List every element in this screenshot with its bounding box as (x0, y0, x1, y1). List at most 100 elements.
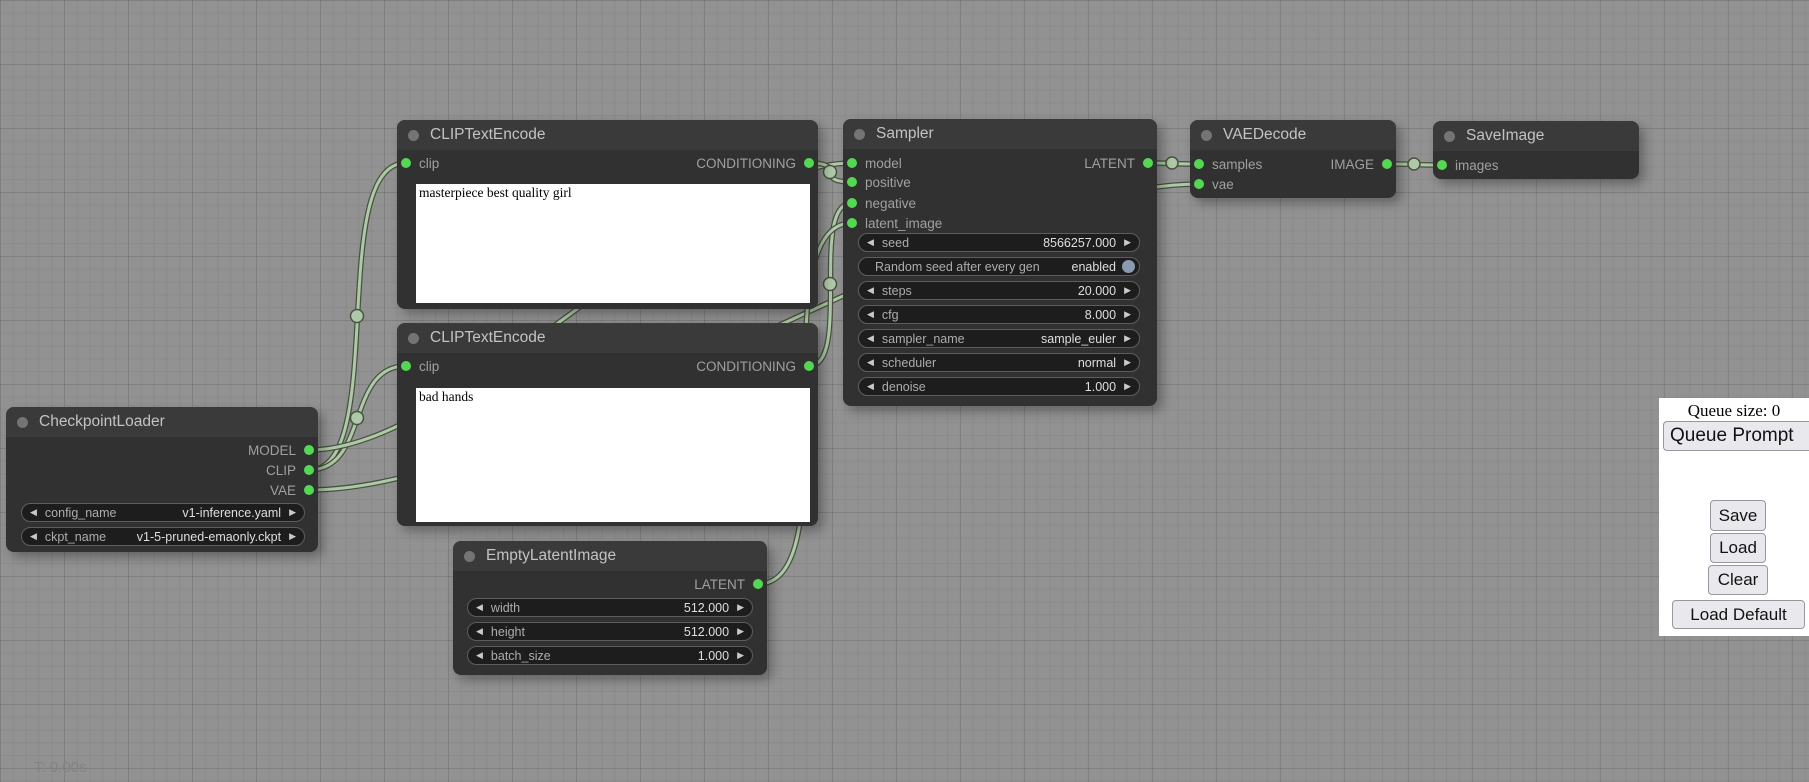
collapse-dot-icon[interactable] (1444, 131, 1455, 142)
node-empty-latent-image[interactable]: EmptyLatentImage LATENT ◀ width 512.000 … (453, 541, 767, 675)
decrement-arrow-icon[interactable]: ◀ (22, 507, 45, 518)
widget-ckpt-name[interactable]: ◀ ckpt_name v1-5-pruned-emaonly.ckpt ▶ (21, 527, 305, 546)
load-button[interactable]: Load (1710, 533, 1766, 563)
collapse-dot-icon[interactable] (464, 551, 475, 562)
collapse-dot-icon[interactable] (1201, 130, 1212, 141)
input-port-dot[interactable] (1437, 160, 1447, 170)
save-button[interactable]: Save (1710, 500, 1766, 531)
increment-arrow-icon[interactable]: ▶ (281, 507, 304, 518)
input-negative[interactable]: negative (847, 193, 916, 213)
node-sampler[interactable]: Sampler model positive negative latent_i… (843, 119, 1157, 406)
input-port-dot[interactable] (1194, 179, 1204, 189)
input-vae[interactable]: vae (1194, 174, 1234, 194)
node-clip-text-encode-positive[interactable]: CLIPTextEncode clip CONDITIONING masterp… (397, 120, 818, 309)
node-title-bar[interactable]: SaveImage (1433, 121, 1639, 151)
clear-button[interactable]: Clear (1708, 565, 1768, 595)
input-port-dot[interactable] (847, 198, 857, 208)
node-title-bar[interactable]: CLIPTextEncode (397, 323, 818, 353)
decrement-arrow-icon[interactable]: ◀ (468, 602, 491, 613)
output-port-dot[interactable] (1143, 158, 1153, 168)
collapse-dot-icon[interactable] (408, 130, 419, 141)
decrement-arrow-icon[interactable]: ◀ (859, 309, 882, 320)
decrement-arrow-icon[interactable]: ◀ (468, 650, 491, 661)
increment-arrow-icon[interactable]: ▶ (729, 626, 752, 637)
node-clip-text-encode-negative[interactable]: CLIPTextEncode clip CONDITIONING bad han… (397, 323, 818, 526)
queue-prompt-button[interactable]: Queue Prompt (1663, 421, 1809, 451)
output-latent[interactable]: LATENT (1084, 153, 1153, 173)
widget-height[interactable]: ◀ height 512.000 ▶ (467, 622, 753, 641)
collapse-dot-icon[interactable] (17, 417, 28, 428)
widget-random-seed-toggle[interactable]: Random seed after every gen enabled (858, 257, 1140, 276)
node-title-bar[interactable]: CheckpointLoader (6, 407, 318, 437)
input-port-dot[interactable] (847, 158, 857, 168)
node-graph-canvas[interactable]: CheckpointLoader MODEL CLIP VAE ◀ config… (0, 0, 1809, 782)
output-conditioning[interactable]: CONDITIONING (696, 153, 814, 173)
increment-arrow-icon[interactable]: ▶ (729, 602, 752, 613)
input-clip[interactable]: clip (401, 356, 439, 376)
output-port-dot[interactable] (304, 485, 314, 495)
output-latent[interactable]: LATENT (694, 574, 763, 594)
output-port-dot[interactable] (1382, 159, 1392, 169)
node-checkpoint-loader[interactable]: CheckpointLoader MODEL CLIP VAE ◀ config… (6, 407, 318, 552)
link-midpoint-dot[interactable] (351, 412, 364, 425)
decrement-arrow-icon[interactable]: ◀ (22, 531, 45, 542)
negative-prompt-textarea[interactable]: bad hands (416, 388, 810, 522)
widget-batch-size[interactable]: ◀ batch_size 1.000 ▶ (467, 646, 753, 665)
input-samples[interactable]: samples (1194, 154, 1262, 174)
increment-arrow-icon[interactable]: ▶ (1116, 381, 1139, 392)
increment-arrow-icon[interactable]: ▶ (729, 650, 752, 661)
input-positive[interactable]: positive (847, 172, 911, 192)
node-save-image[interactable]: SaveImage images (1433, 121, 1639, 179)
collapse-dot-icon[interactable] (854, 129, 865, 140)
input-port-dot[interactable] (401, 158, 411, 168)
link-midpoint-dot[interactable] (351, 310, 364, 323)
widget-seed[interactable]: ◀ seed 8566257.000 ▶ (858, 233, 1140, 252)
output-image[interactable]: IMAGE (1330, 154, 1392, 174)
increment-arrow-icon[interactable]: ▶ (1116, 309, 1139, 320)
widget-config-name[interactable]: ◀ config_name v1-inference.yaml ▶ (21, 503, 305, 522)
input-model[interactable]: model (847, 153, 902, 173)
output-port-dot[interactable] (304, 465, 314, 475)
decrement-arrow-icon[interactable]: ◀ (859, 333, 882, 344)
widget-width[interactable]: ◀ width 512.000 ▶ (467, 598, 753, 617)
node-vae-decode[interactable]: VAEDecode samples vae IMAGE (1190, 120, 1396, 198)
node-title-bar[interactable]: CLIPTextEncode (397, 120, 818, 150)
input-images[interactable]: images (1437, 155, 1499, 175)
node-title-bar[interactable]: EmptyLatentImage (453, 541, 767, 571)
output-vae[interactable]: VAE (270, 480, 314, 500)
link-midpoint-dot[interactable] (824, 278, 837, 291)
output-port-dot[interactable] (753, 579, 763, 589)
input-port-dot[interactable] (847, 218, 857, 228)
increment-arrow-icon[interactable]: ▶ (1116, 237, 1139, 248)
decrement-arrow-icon[interactable]: ◀ (859, 357, 882, 368)
output-port-dot[interactable] (804, 158, 814, 168)
toggle-circle-icon[interactable] (1122, 260, 1135, 273)
decrement-arrow-icon[interactable]: ◀ (468, 626, 491, 637)
output-conditioning[interactable]: CONDITIONING (696, 356, 814, 376)
decrement-arrow-icon[interactable]: ◀ (859, 285, 882, 296)
link-midpoint-dot[interactable] (824, 166, 837, 179)
node-title-bar[interactable]: Sampler (843, 119, 1157, 149)
widget-cfg[interactable]: ◀ cfg 8.000 ▶ (858, 305, 1140, 324)
increment-arrow-icon[interactable]: ▶ (281, 531, 304, 542)
output-clip[interactable]: CLIP (266, 460, 314, 480)
widget-sampler-name[interactable]: ◀ sampler_name sample_euler ▶ (858, 329, 1140, 348)
decrement-arrow-icon[interactable]: ◀ (859, 237, 882, 248)
widget-denoise[interactable]: ◀ denoise 1.000 ▶ (858, 377, 1140, 396)
increment-arrow-icon[interactable]: ▶ (1116, 357, 1139, 368)
link-midpoint-dot[interactable] (1408, 158, 1420, 170)
input-port-dot[interactable] (1194, 159, 1204, 169)
node-title-bar[interactable]: VAEDecode (1190, 120, 1396, 150)
input-port-dot[interactable] (847, 177, 857, 187)
widget-steps[interactable]: ◀ steps 20.000 ▶ (858, 281, 1140, 300)
output-port-dot[interactable] (804, 361, 814, 371)
widget-scheduler[interactable]: ◀ scheduler normal ▶ (858, 353, 1140, 372)
increment-arrow-icon[interactable]: ▶ (1116, 333, 1139, 344)
input-clip[interactable]: clip (401, 153, 439, 173)
collapse-dot-icon[interactable] (408, 333, 419, 344)
input-port-dot[interactable] (401, 361, 411, 371)
output-model[interactable]: MODEL (248, 440, 314, 460)
increment-arrow-icon[interactable]: ▶ (1116, 285, 1139, 296)
input-latent-image[interactable]: latent_image (847, 213, 942, 233)
decrement-arrow-icon[interactable]: ◀ (859, 381, 882, 392)
